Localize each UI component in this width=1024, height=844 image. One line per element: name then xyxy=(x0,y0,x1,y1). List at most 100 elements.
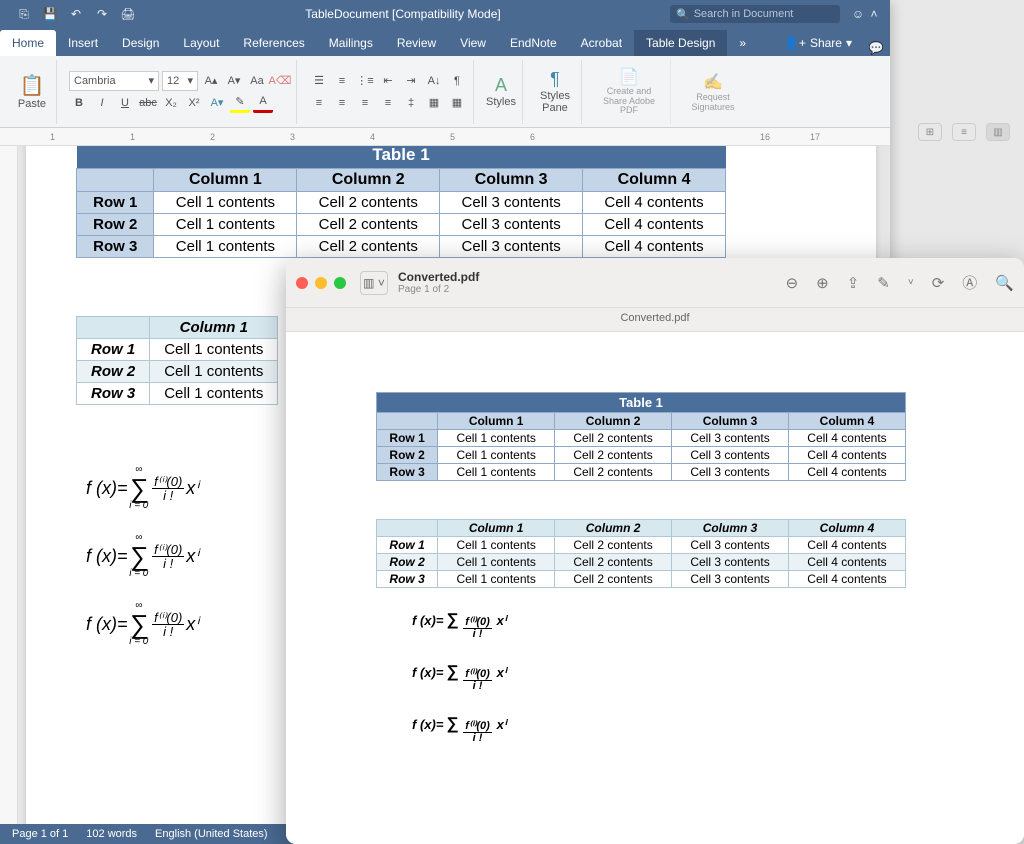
ribbon: 📋 Paste Cambria▾ 12▾ A▴ A▾ Aa A⌫ B I U a… xyxy=(0,56,890,128)
line-spacing-icon[interactable]: ‡ xyxy=(401,93,421,113)
zoom-in-icon[interactable]: ⊕ xyxy=(816,274,829,292)
bullets-icon[interactable]: ☰ xyxy=(309,71,329,91)
table-row: Row 1Cell 1 contents xyxy=(77,339,278,361)
table-row: Row 1Cell 1 contentsCell 2 contentsCell … xyxy=(377,537,906,554)
share-icon[interactable]: ⇪ xyxy=(847,274,860,292)
align-right-icon[interactable]: ≡ xyxy=(355,93,375,113)
font-color-icon[interactable]: A xyxy=(253,93,273,113)
shrink-font-icon[interactable]: A▾ xyxy=(224,71,244,91)
table-row: Row 3Cell 1 contentsCell 2 contentsCell … xyxy=(377,464,906,481)
print-icon[interactable]: 🖨 xyxy=(120,6,136,22)
status-lang[interactable]: English (United States) xyxy=(155,828,268,840)
font-name-select[interactable]: Cambria▾ xyxy=(69,71,159,91)
word-titlebar: ⎘ 💾 ↶ ↷ 🖨 TableDocument [Compatibility M… xyxy=(0,0,890,28)
paste-button[interactable]: 📋 Paste xyxy=(14,68,50,116)
save-icon[interactable]: 💾 xyxy=(42,6,58,22)
shading-icon[interactable]: ▦ xyxy=(424,93,444,113)
preview-body[interactable]: Table 1 Column 1Column 2Column 3Column 4… xyxy=(286,332,1024,844)
highlight-tool-icon[interactable]: Ⓐ xyxy=(962,272,977,293)
table-row: Row 3Cell 1 contentsCell 2 contentsCell … xyxy=(377,571,906,588)
zoom-icon[interactable] xyxy=(334,277,346,289)
grow-font-icon[interactable]: A▴ xyxy=(201,71,221,91)
tab-home[interactable]: Home xyxy=(0,30,56,56)
status-page[interactable]: Page 1 of 1 xyxy=(12,828,68,840)
share-person-icon: 👤+ xyxy=(784,36,806,50)
tab-mailings[interactable]: Mailings xyxy=(317,30,385,56)
show-marks-icon[interactable]: ¶ xyxy=(447,71,467,91)
clipboard-group: 📋 Paste xyxy=(8,60,57,124)
request-sig-group: ✍ Request Signatures xyxy=(677,60,749,124)
superscript-button[interactable]: X² xyxy=(184,93,204,113)
tab-endnote[interactable]: EndNote xyxy=(498,30,569,56)
preview-tab[interactable]: Converted.pdf xyxy=(286,308,1024,332)
table-1[interactable]: Table 1 Column 1 Column 2 Column 3 Colum… xyxy=(76,146,726,258)
comments-icon[interactable]: 💬 xyxy=(868,40,884,56)
styles-button[interactable]: A Styles xyxy=(486,75,516,108)
preview-page-info: Page 1 of 2 xyxy=(398,284,479,295)
search-input[interactable]: 🔍 Search in Document xyxy=(670,5,840,23)
styles-pane-button[interactable]: ¶ Styles Pane xyxy=(535,69,575,114)
pv-table-2: Column 1Column 2Column 3Column 4 Row 1Ce… xyxy=(376,519,906,588)
sidebar-toggle-icon[interactable]: ▥ ˅ xyxy=(360,271,388,295)
tab-review[interactable]: Review xyxy=(385,30,448,56)
rotate-icon[interactable]: ⟳ xyxy=(932,274,945,292)
multilevel-icon[interactable]: ⋮≡ xyxy=(355,71,375,91)
font-size-select[interactable]: 12▾ xyxy=(162,71,198,91)
font-group: Cambria▾ 12▾ A▴ A▾ Aa A⌫ B I U abc X₂ X²… xyxy=(63,60,297,124)
tab-references[interactable]: References xyxy=(231,30,316,56)
tab-overflow[interactable]: » xyxy=(727,30,758,56)
table-row: Row 1Cell 1 contentsCell 2 contentsCell … xyxy=(377,430,906,447)
tab-view[interactable]: View xyxy=(448,30,498,56)
preview-window: ▥ ˅ Converted.pdf Page 1 of 2 ⊖ ⊕ ⇪ ✎ ˅ … xyxy=(286,258,1024,844)
clear-format-icon[interactable]: A⌫ xyxy=(270,71,290,91)
request-signatures-button[interactable]: ✍ Request Signatures xyxy=(683,72,743,112)
indent-icon[interactable]: ⇥ xyxy=(401,71,421,91)
text-effects-icon[interactable]: A▾ xyxy=(207,93,227,113)
icon-view-icon[interactable]: ⊞ xyxy=(918,123,942,141)
chevron-up-icon[interactable]: ˄ xyxy=(866,6,882,22)
outdent-icon[interactable]: ⇤ xyxy=(378,71,398,91)
close-icon[interactable] xyxy=(296,277,308,289)
minimize-icon[interactable] xyxy=(315,277,327,289)
vertical-ruler[interactable] xyxy=(0,146,18,824)
table-2[interactable]: Column 1 Row 1Cell 1 contents Row 2Cell … xyxy=(76,316,278,405)
italic-button[interactable]: I xyxy=(92,93,112,113)
tab-acrobat[interactable]: Acrobat xyxy=(569,30,634,56)
create-share-pdf-button[interactable]: 📄 Create and Share Adobe PDF xyxy=(594,67,664,117)
tab-layout[interactable]: Layout xyxy=(171,30,231,56)
numbering-icon[interactable]: ≡ xyxy=(332,71,352,91)
strike-button[interactable]: abc xyxy=(138,93,158,113)
table-1-title: Table 1 xyxy=(77,146,726,169)
chevron-down-icon[interactable]: ˅ xyxy=(908,277,914,288)
markup-icon[interactable]: ✎ xyxy=(877,274,890,292)
justify-icon[interactable]: ≡ xyxy=(378,93,398,113)
redo-icon[interactable]: ↷ xyxy=(94,6,110,22)
smiley-icon[interactable]: ☺ xyxy=(850,6,866,22)
preview-titlebar[interactable]: ▥ ˅ Converted.pdf Page 1 of 2 ⊖ ⊕ ⇪ ✎ ˅ … xyxy=(286,258,1024,308)
zoom-out-icon[interactable]: ⊖ xyxy=(786,274,799,292)
align-center-icon[interactable]: ≡ xyxy=(332,93,352,113)
search-icon[interactable]: 🔍 xyxy=(995,274,1014,292)
subscript-button[interactable]: X₂ xyxy=(161,93,181,113)
paragraph-group: ☰ ≡ ⋮≡ ⇤ ⇥ A↓ ¶ ≡ ≡ ≡ ≡ ‡ ▦ ▦ xyxy=(303,60,474,124)
table-row: Row 2Cell 1 contentsCell 2 contentsCell … xyxy=(77,214,726,236)
sort-icon[interactable]: A↓ xyxy=(424,71,444,91)
autosave-icon[interactable]: ⎘ xyxy=(16,6,32,22)
borders-icon[interactable]: ▦ xyxy=(447,93,467,113)
horizontal-ruler[interactable]: 1 1 2 3 4 5 6 16 17 xyxy=(0,128,890,146)
undo-icon[interactable]: ↶ xyxy=(68,6,84,22)
finder-viewmode-strip: ⊞ ≡ ▥ xyxy=(904,120,1024,144)
highlight-icon[interactable]: ✎ xyxy=(230,93,250,113)
list-view-icon[interactable]: ≡ xyxy=(952,123,976,141)
bold-button[interactable]: B xyxy=(69,93,89,113)
adobe-group: 📄 Create and Share Adobe PDF xyxy=(588,60,671,124)
tab-design[interactable]: Design xyxy=(110,30,171,56)
align-left-icon[interactable]: ≡ xyxy=(309,93,329,113)
tab-insert[interactable]: Insert xyxy=(56,30,110,56)
tab-table-design[interactable]: Table Design xyxy=(634,30,727,56)
status-words[interactable]: 102 words xyxy=(86,828,137,840)
change-case-icon[interactable]: Aa xyxy=(247,71,267,91)
underline-button[interactable]: U xyxy=(115,93,135,113)
column-view-icon[interactable]: ▥ xyxy=(986,123,1010,141)
share-button[interactable]: 👤+Share▾ xyxy=(774,30,862,56)
